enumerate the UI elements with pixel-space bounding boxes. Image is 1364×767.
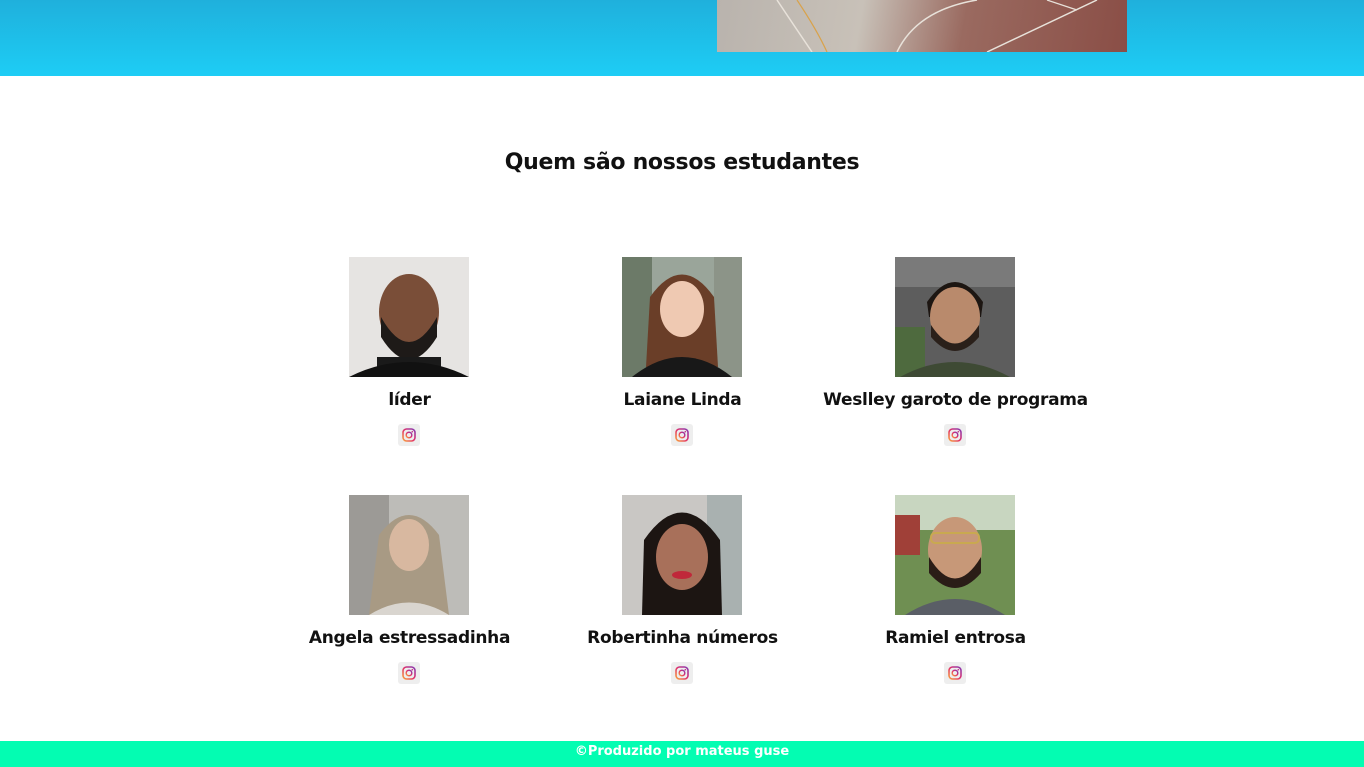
instagram-icon[interactable] (671, 662, 693, 684)
student-card: Weslley garoto de programa (819, 257, 1092, 457)
hero-image (717, 0, 1127, 52)
instagram-icon[interactable] (398, 662, 420, 684)
footer: ©Produzido por mateus guse (0, 741, 1364, 767)
student-photo (622, 495, 742, 615)
student-card: Ramiel entrosa (819, 495, 1092, 695)
student-card: Angela estressadinha (273, 495, 546, 695)
student-card: Robertinha números (546, 495, 819, 695)
student-photo (622, 257, 742, 377)
section-title: Quem são nossos estudantes (504, 150, 860, 175)
student-photo (895, 495, 1015, 615)
student-card: Laiane Linda (546, 257, 819, 457)
student-name: Robertinha números (587, 628, 778, 648)
instagram-icon[interactable] (944, 662, 966, 684)
hero-banner (0, 0, 1364, 76)
student-name: Angela estressadinha (308, 628, 511, 648)
instagram-icon[interactable] (944, 424, 966, 446)
student-name: Laiane Linda (623, 390, 742, 410)
student-photo (895, 257, 1015, 377)
instagram-icon[interactable] (398, 424, 420, 446)
student-photo (349, 495, 469, 615)
footer-text: ©Produzido por mateus guse (574, 744, 790, 759)
instagram-icon[interactable] (671, 424, 693, 446)
student-card: líder (273, 257, 546, 457)
student-name: Ramiel entrosa (885, 628, 1026, 648)
student-name: Weslley garoto de programa (823, 390, 1088, 410)
student-photo (349, 257, 469, 377)
student-name: líder (388, 390, 431, 410)
